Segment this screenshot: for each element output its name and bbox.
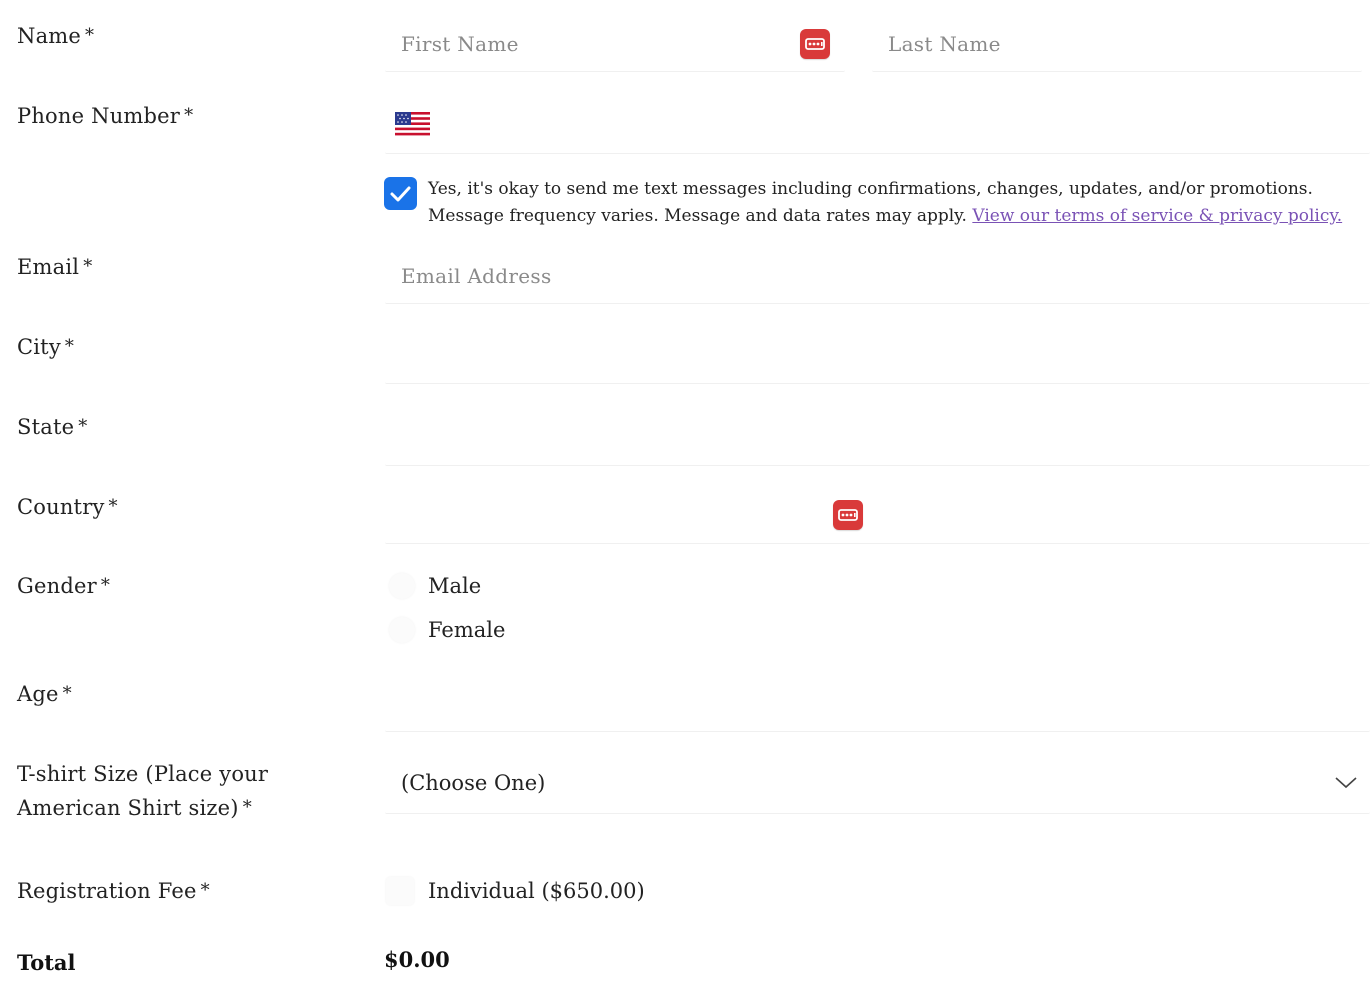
required-mark: *	[184, 105, 194, 126]
password-manager-icon[interactable]	[800, 29, 830, 59]
age-label: Age *	[17, 677, 72, 711]
country-input[interactable]	[385, 492, 1370, 544]
first-name-placeholder: First Name	[401, 32, 519, 56]
chevron-down-icon[interactable]	[1334, 773, 1358, 791]
sms-consent-text: Yes, it's okay to send me text messages …	[428, 176, 1368, 230]
total-label: Total	[17, 950, 76, 975]
checkmark-icon	[390, 186, 411, 202]
name-label: Name *	[17, 19, 94, 53]
tshirt-label-line2: American Shirt size)	[17, 796, 239, 820]
first-name-input[interactable]: First Name	[385, 22, 845, 72]
gender-label-text: Gender	[17, 574, 97, 598]
state-label-text: State	[17, 415, 75, 439]
required-mark: *	[108, 496, 118, 517]
gender-male-label[interactable]: Male	[428, 572, 481, 600]
us-flag-icon[interactable]	[395, 112, 430, 136]
email-label-text: Email	[17, 255, 80, 279]
individual-fee-label[interactable]: Individual ($650.00)	[428, 877, 645, 905]
required-mark: *	[100, 575, 111, 596]
age-label-text: Age	[17, 682, 59, 706]
city-input[interactable]	[385, 334, 1370, 384]
phone-input[interactable]	[385, 102, 1370, 154]
email-label: Email *	[17, 250, 92, 284]
sms-consent-checkbox[interactable]	[384, 177, 417, 210]
gender-female-label[interactable]: Female	[428, 616, 505, 644]
required-mark: *	[83, 256, 93, 277]
required-mark: *	[242, 797, 252, 818]
email-input[interactable]: Email Address	[385, 254, 1370, 304]
tshirt-size-label: T-shirt Size (Place your American Shirt …	[17, 758, 268, 825]
terms-privacy-link[interactable]: View our terms of service & privacy poli…	[972, 206, 1342, 226]
city-label-text: City	[17, 335, 61, 359]
city-label: City *	[17, 330, 74, 364]
gender-label: Gender *	[17, 569, 110, 603]
age-input[interactable]	[385, 680, 1370, 732]
registration-fee-label-text: Registration Fee	[17, 879, 197, 903]
country-label-text: Country	[17, 495, 105, 519]
state-label: State *	[17, 410, 87, 444]
phone-label-text: Phone Number	[17, 104, 181, 128]
gender-female-radio[interactable]	[389, 617, 415, 643]
tshirt-size-selected[interactable]: (Choose One)	[401, 768, 545, 798]
required-mark: *	[85, 25, 95, 46]
last-name-placeholder: Last Name	[888, 32, 1001, 56]
required-mark: *	[200, 880, 210, 901]
tshirt-label-line1: T-shirt Size (Place your	[17, 762, 269, 786]
total-value: $0.00	[384, 947, 450, 972]
name-label-text: Name	[17, 24, 82, 48]
required-mark: *	[78, 416, 88, 437]
country-label: Country *	[17, 490, 118, 524]
password-manager-icon[interactable]	[833, 500, 863, 530]
phone-label: Phone Number *	[17, 99, 193, 133]
required-mark: *	[64, 336, 75, 357]
email-placeholder: Email Address	[401, 264, 552, 288]
individual-fee-checkbox[interactable]	[386, 877, 414, 905]
gender-male-radio[interactable]	[389, 573, 415, 599]
last-name-input[interactable]: Last Name	[872, 22, 1362, 72]
registration-fee-label: Registration Fee *	[17, 874, 210, 908]
state-input[interactable]	[385, 414, 1370, 466]
required-mark: *	[62, 683, 72, 704]
